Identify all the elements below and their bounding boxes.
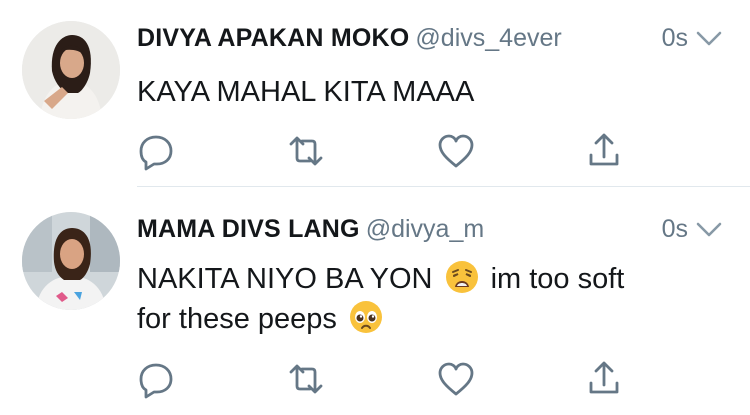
display-name[interactable]: MAMA DIVS LANG [137,215,360,243]
like-icon[interactable] [436,359,476,399]
tweet-header: DIVYA APAKAN MOKO @divs_4ever 0s [137,24,722,60]
avatar[interactable] [22,212,120,310]
tweet-text-segment: for these peeps [137,303,337,335]
tweet-header: MAMA DIVS LANG @divya_m 0s [137,215,722,251]
tweet-text-segment: NAKITA NIYO BA YON [137,263,433,295]
tweet-author[interactable]: MAMA DIVS LANG @divya_m [137,215,484,244]
retweet-icon[interactable] [286,131,326,171]
reply-icon[interactable] [136,359,176,399]
weary-face-emoji [445,261,478,293]
tweet-text: KAYA MAHAL KITA MAAA [137,72,474,112]
avatar[interactable] [22,21,120,119]
tweet-actions [0,131,750,171]
chevron-down-icon[interactable] [696,30,722,48]
tweet-text-line: NAKITA NIYO BA YON im too soft [137,259,624,299]
share-icon[interactable] [584,359,624,399]
user-handle[interactable]: @divya_m [366,215,484,243]
tweet-timestamp: 0s [661,215,688,243]
user-handle[interactable]: @divs_4ever [415,24,561,52]
tweet-text-line: for these peeps [137,299,624,339]
pleading-face-emoji [349,301,382,333]
chevron-down-icon[interactable] [696,221,722,239]
tweet-text-line: KAYA MAHAL KITA MAAA [137,76,475,108]
tweet-author[interactable]: DIVYA APAKAN MOKO @divs_4ever [137,24,562,53]
tweet-actions [0,359,750,399]
reply-icon[interactable] [136,131,176,171]
tweet-text-segment: im too soft [490,263,625,295]
share-icon[interactable] [584,131,624,171]
retweet-icon[interactable] [286,359,326,399]
like-icon[interactable] [436,131,476,171]
display-name[interactable]: DIVYA APAKAN MOKO [137,24,409,52]
tweet-1[interactable]: DIVYA APAKAN MOKO @divs_4ever 0s KAYA MAH… [0,0,750,186]
tweet-timestamp: 0s [661,24,688,52]
tweet-text: NAKITA NIYO BA YON im too soft for these… [137,259,624,339]
tweet-2[interactable]: MAMA DIVS LANG @divya_m 0s NAKITA NIYO BA… [0,187,750,415]
